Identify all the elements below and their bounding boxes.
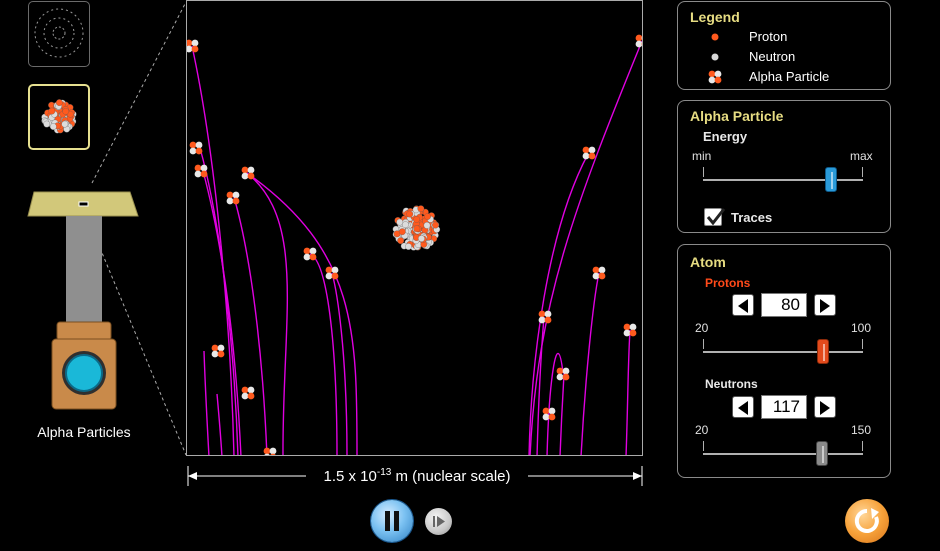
checkmark-icon bbox=[706, 208, 726, 226]
neutrons-slider-min-tick bbox=[703, 441, 704, 451]
legend-panel: Legend Proton Neutron Alpha Particle bbox=[677, 1, 891, 90]
protons-slider-thumb[interactable] bbox=[817, 339, 829, 364]
target-nucleus bbox=[392, 205, 441, 251]
protons-min-label: 20 bbox=[695, 321, 709, 335]
alpha-trace bbox=[246, 172, 358, 455]
neutrons-max-label: 150 bbox=[851, 423, 872, 437]
protons-slider-min-tick bbox=[703, 339, 704, 349]
gun-label: Alpha Particles bbox=[37, 424, 131, 440]
protons-slider-max-tick bbox=[862, 339, 863, 349]
arrow-left-icon bbox=[738, 299, 748, 313]
neutrons-label: Neutrons bbox=[705, 377, 758, 391]
alpha-panel-title: Alpha Particle bbox=[690, 108, 784, 124]
alpha-trace bbox=[191, 45, 235, 455]
reset-button[interactable] bbox=[845, 499, 889, 543]
neutrons-slider-track[interactable] bbox=[703, 453, 863, 455]
protons-decrement-button[interactable] bbox=[732, 294, 754, 316]
traces-label: Traces bbox=[731, 210, 773, 225]
energy-label: Energy bbox=[703, 129, 748, 144]
alpha-trace bbox=[246, 172, 289, 455]
proton-icon bbox=[711, 33, 719, 41]
alpha-trace bbox=[202, 170, 242, 455]
step-forward-icon bbox=[433, 516, 445, 527]
arrow-left-icon bbox=[738, 401, 748, 415]
energy-min-label: min bbox=[692, 149, 712, 163]
pause-button[interactable] bbox=[371, 500, 413, 542]
trajectory-canvas bbox=[187, 34, 642, 455]
simulation-stage bbox=[186, 0, 643, 456]
atom-panel: Atom Protons 80 20 100 Neutrons 117 20 1… bbox=[677, 244, 891, 478]
alpha-gun bbox=[27, 191, 139, 410]
legend-title: Legend bbox=[690, 9, 740, 25]
energy-max-label: max bbox=[850, 149, 873, 163]
arrow-right-icon bbox=[820, 401, 830, 415]
energy-slider-track[interactable] bbox=[703, 179, 863, 181]
step-forward-button[interactable] bbox=[425, 508, 452, 535]
alpha-trace bbox=[529, 40, 642, 455]
arrow-right-icon bbox=[820, 299, 830, 313]
neutrons-min-label: 20 bbox=[695, 423, 709, 437]
scale-label: 1.5 x 10-13 m (nuclear scale) bbox=[306, 467, 528, 485]
protons-label: Protons bbox=[705, 276, 751, 290]
alpha-particle bbox=[194, 164, 208, 178]
pause-icon-bar bbox=[394, 511, 399, 531]
neutrons-slider-max-tick bbox=[862, 441, 863, 451]
alpha-particle bbox=[263, 447, 277, 455]
alpha-particle bbox=[582, 146, 596, 160]
alpha-particle-icon bbox=[708, 70, 722, 84]
energy-slider-min-tick bbox=[703, 167, 704, 177]
alpha-particle bbox=[538, 310, 552, 324]
neutrons-slider-thumb[interactable] bbox=[816, 441, 828, 466]
neutrons-decrement-button[interactable] bbox=[732, 396, 754, 418]
alpha-trace bbox=[203, 350, 210, 455]
alpha-particle bbox=[556, 367, 570, 381]
alpha-particle bbox=[241, 386, 255, 400]
energy-slider-max-tick bbox=[862, 167, 863, 177]
protons-max-label: 100 bbox=[851, 321, 872, 335]
neutrons-increment-button[interactable] bbox=[814, 396, 836, 418]
alpha-trace bbox=[216, 393, 223, 455]
atom-panel-title: Atom bbox=[690, 254, 726, 270]
alpha-particle-panel: Alpha Particle Energy min max Traces bbox=[677, 100, 891, 233]
energy-slider-thumb[interactable] bbox=[825, 167, 837, 192]
alpha-particle bbox=[189, 141, 203, 155]
alpha-trace bbox=[625, 329, 631, 455]
traces-checkbox[interactable] bbox=[704, 208, 726, 226]
neutrons-value[interactable]: 117 bbox=[761, 395, 807, 419]
pause-icon bbox=[385, 511, 390, 531]
protons-increment-button[interactable] bbox=[814, 294, 836, 316]
neutron-icon bbox=[711, 53, 719, 61]
alpha-trace bbox=[309, 253, 338, 455]
alpha-trace bbox=[559, 371, 565, 455]
protons-value[interactable]: 80 bbox=[761, 293, 807, 317]
alpha-particle bbox=[226, 191, 240, 205]
protons-slider-track[interactable] bbox=[703, 351, 863, 353]
alpha-particle bbox=[211, 344, 225, 358]
reset-icon bbox=[854, 508, 879, 533]
alpha-trace bbox=[580, 272, 600, 455]
